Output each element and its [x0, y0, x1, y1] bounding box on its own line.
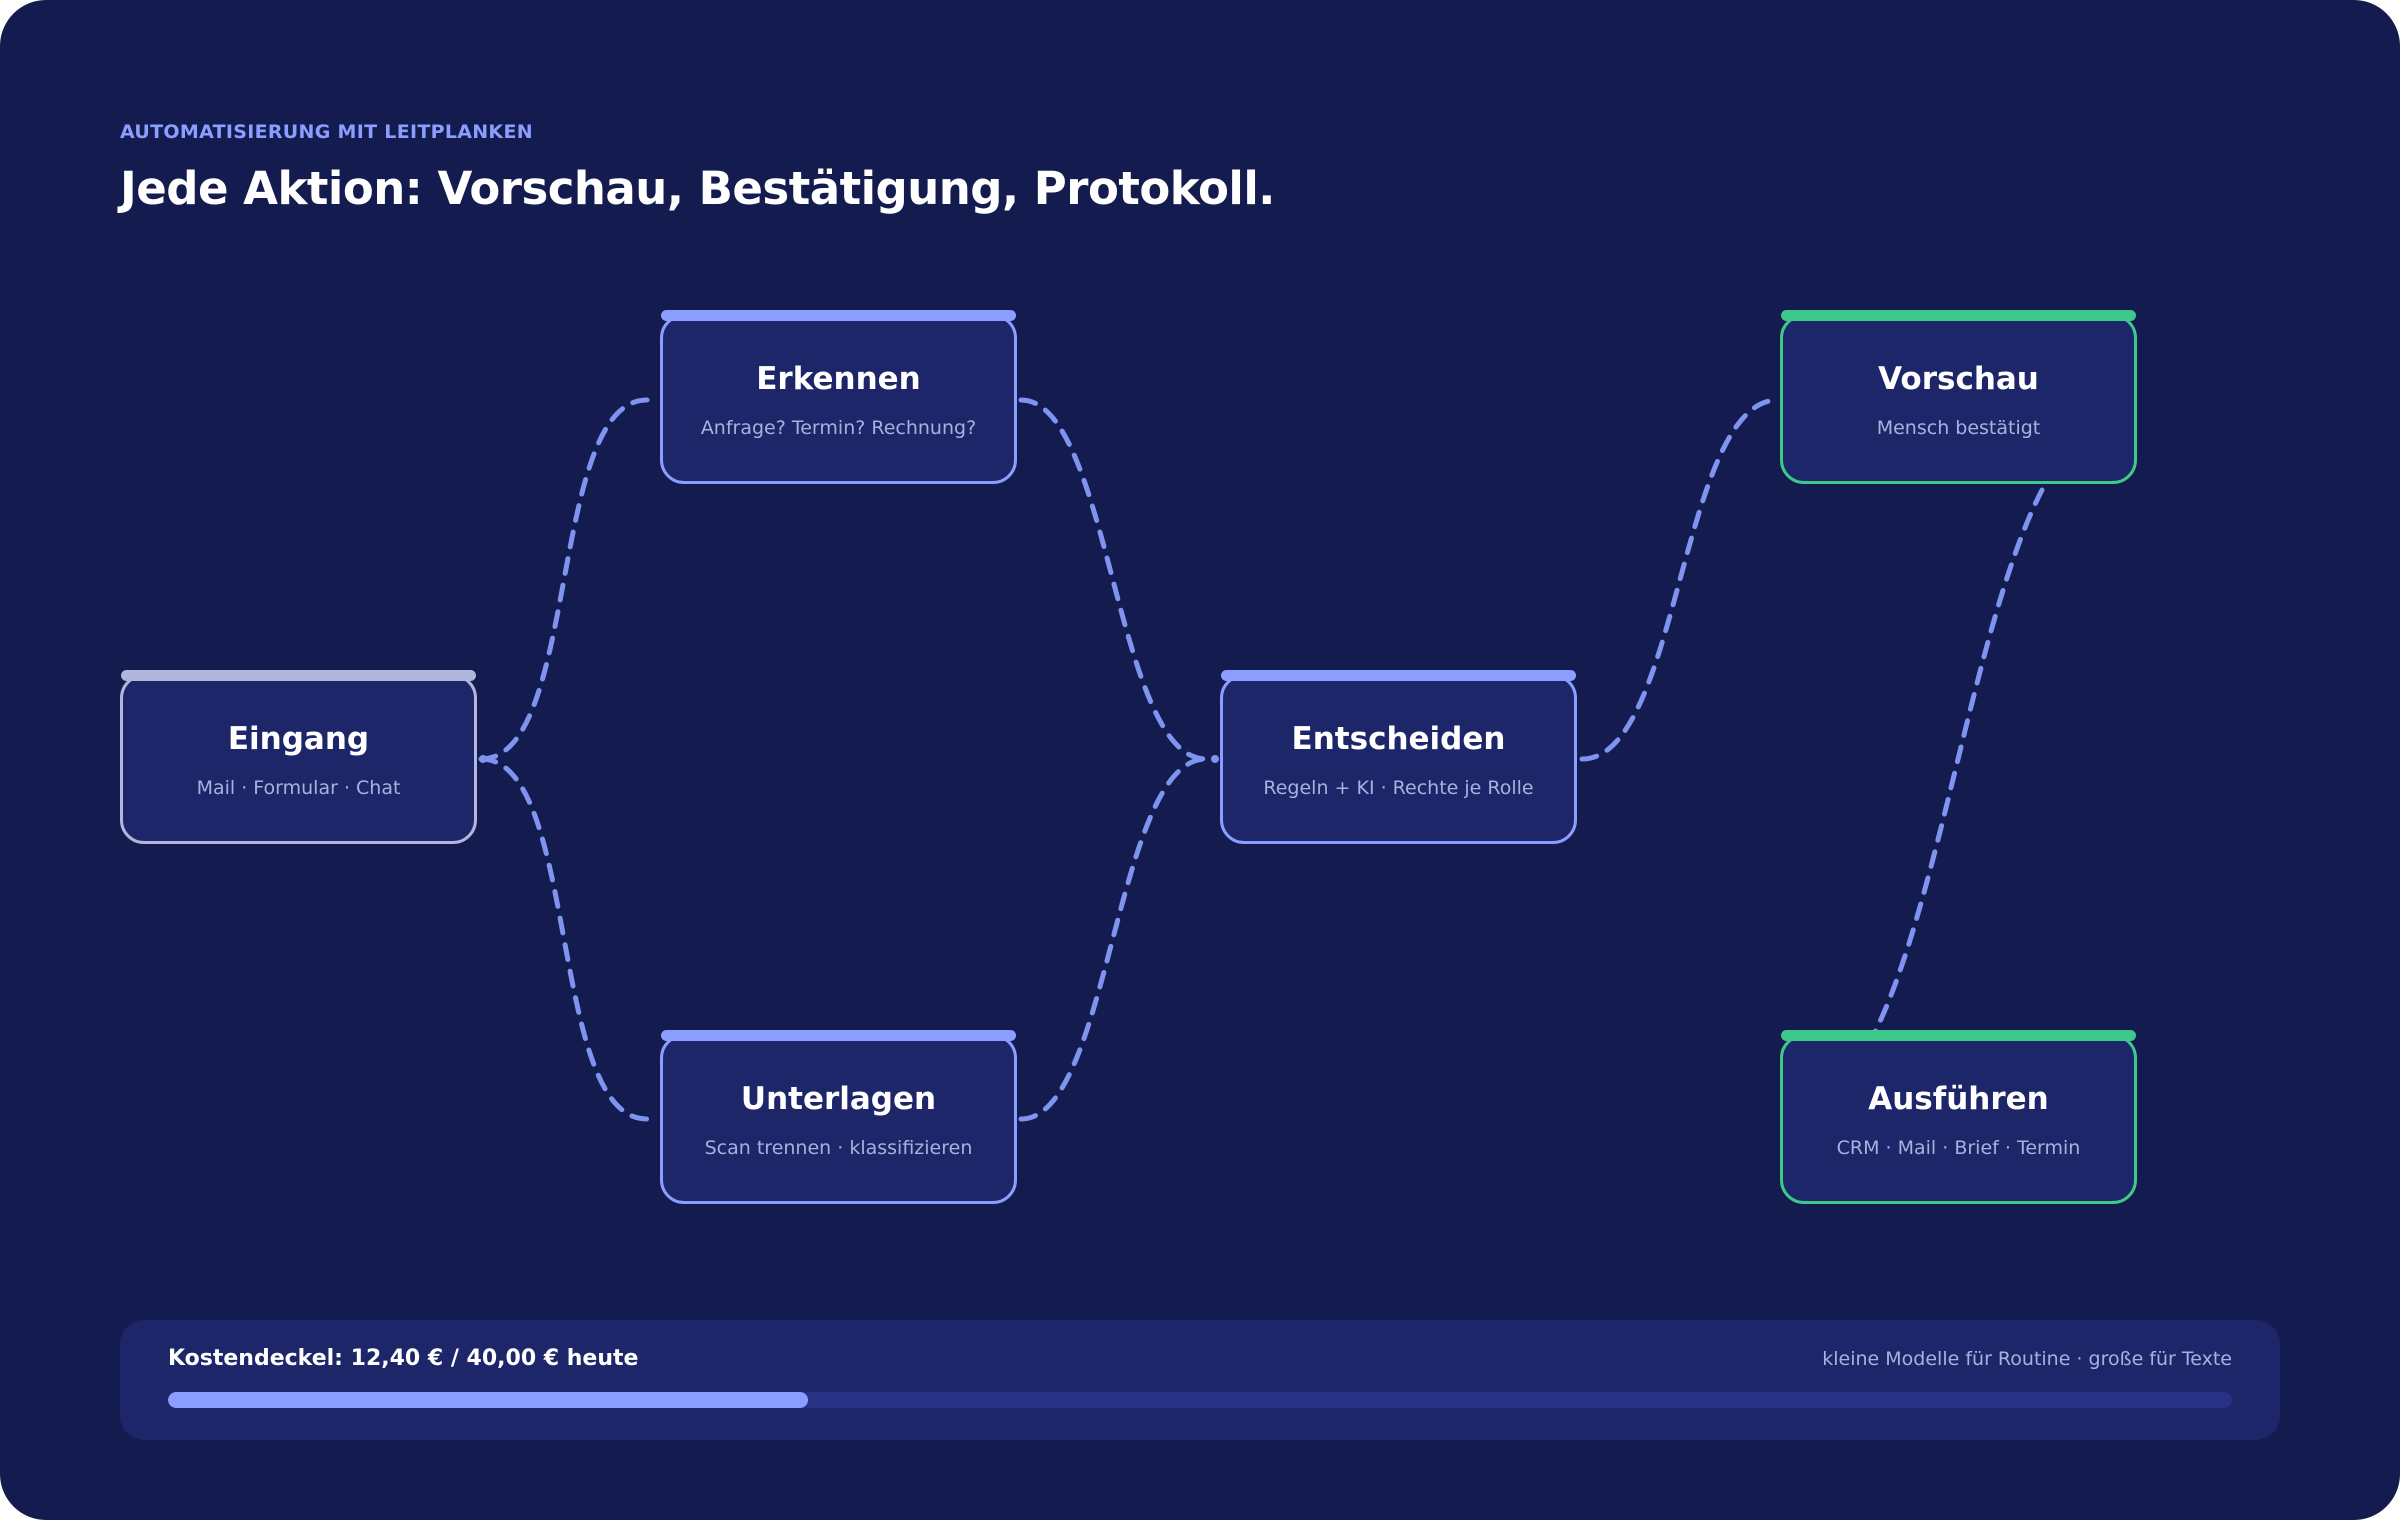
edge-eingang-unterlagen: [478, 756, 650, 1122]
node-eingang: Eingang Mail · Formular · Chat: [120, 670, 477, 844]
node-entscheiden: Entscheiden Regeln + KI · Rechte je Roll…: [1220, 670, 1577, 844]
node-accent-bar: [121, 670, 476, 681]
cost-cap-label: Kostendeckel: 12,40 € / 40,00 € heute: [168, 1346, 639, 1371]
model-routing-note: kleine Modelle für Routine · große für T…: [1822, 1348, 2232, 1370]
node-unterlagen: Unterlagen Scan trennen · klassifizieren: [660, 1030, 1017, 1204]
node-subtitle: Mail · Formular · Chat: [196, 777, 401, 799]
node-subtitle: CRM · Mail · Brief · Termin: [1836, 1137, 2081, 1159]
node-subtitle: Scan trennen · klassifizieren: [704, 1137, 973, 1159]
node-ausfuehren: Ausführen CRM · Mail · Brief · Termin: [1780, 1030, 2137, 1204]
node-erkennen: Erkennen Anfrage? Termin? Rechnung?: [660, 310, 1017, 484]
edge-eingang-erkennen: [478, 397, 650, 762]
node-accent-bar: [1781, 1030, 2136, 1041]
node-accent-bar: [661, 310, 1016, 321]
connector-dot-entscheiden-in: [1211, 755, 1219, 763]
node-title: Entscheiden: [1291, 721, 1506, 757]
node-title: Vorschau: [1878, 361, 2039, 397]
node-title: Erkennen: [756, 361, 921, 397]
node-accent-bar: [661, 1030, 1016, 1041]
node-vorschau: Vorschau Mensch bestätigt: [1780, 310, 2137, 484]
node-title: Eingang: [227, 721, 370, 757]
node-subtitle: Regeln + KI · Rechte je Rolle: [1263, 777, 1534, 799]
edge-erkennen-entscheiden: [1018, 397, 1209, 762]
edge-entscheiden-vorschau: [1579, 397, 1781, 762]
node-accent-bar: [1221, 670, 1576, 681]
node-accent-bar: [1781, 310, 2136, 321]
node-subtitle: Mensch bestätigt: [1876, 417, 2041, 439]
diagram-canvas: AUTOMATISIERUNG MIT LEITPLANKEN Jede Akt…: [0, 0, 2400, 1520]
node-subtitle: Anfrage? Termin? Rechnung?: [700, 417, 977, 439]
cost-cap-panel: Kostendeckel: 12,40 € / 40,00 € heute kl…: [120, 1320, 2280, 1440]
connector-dot-eingang: [479, 755, 487, 763]
cost-progress-track: [168, 1392, 2232, 1408]
cost-progress-fill: [168, 1392, 808, 1408]
node-title: Unterlagen: [740, 1081, 937, 1117]
edge-unterlagen-entscheiden: [1018, 756, 1209, 1122]
node-title: Ausführen: [1868, 1081, 2049, 1117]
edge-vorschau-ausfuehren: [1872, 487, 2045, 1035]
